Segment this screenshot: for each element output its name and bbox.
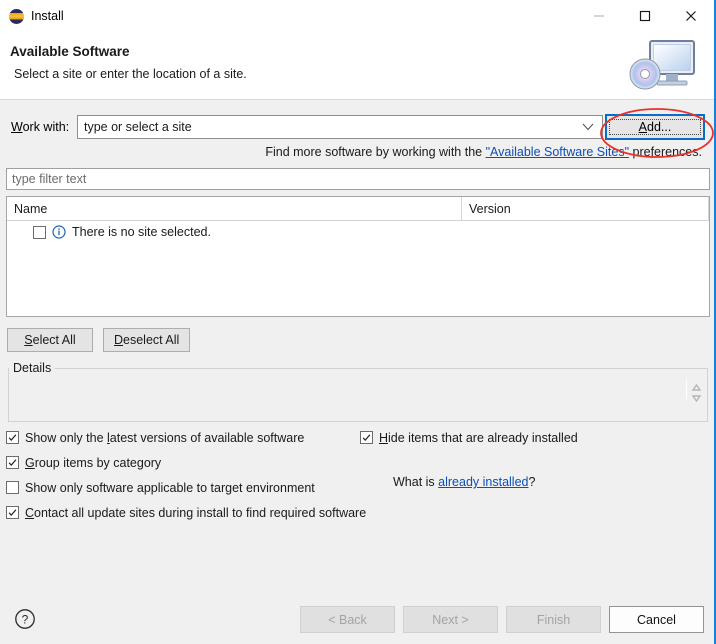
option-show-applicable-target[interactable]: Show only software applicable to target … [6, 475, 315, 500]
checkbox-checked-icon[interactable] [6, 456, 19, 469]
scroll-arrows-icon[interactable] [690, 380, 703, 406]
option-label: Contact all update sites during install … [25, 506, 366, 520]
checkbox-checked-icon[interactable] [360, 431, 373, 444]
what-is-suffix: ? [528, 475, 536, 489]
select-all-rest: elect All [32, 333, 76, 347]
eclipse-logo-icon [9, 8, 24, 24]
opt2-post: how only software applicable to target e… [33, 480, 315, 495]
opt3-mnemonic: C [25, 505, 35, 520]
add-button-rest: dd... [647, 120, 672, 134]
window-title: Install [31, 8, 64, 23]
dialog-header: Available Software Select a site or ente… [0, 32, 714, 100]
info-icon [52, 225, 66, 239]
next-button[interactable]: Next > [403, 606, 498, 633]
checkbox-checked-icon[interactable] [6, 506, 19, 519]
work-with-combo[interactable]: type or select a site [77, 115, 603, 139]
dialog-footer: ? < Back Next > Finish Cancel [0, 596, 714, 644]
opt1-mnemonic: G [25, 455, 35, 470]
select-all-mnemonic: S [24, 333, 33, 347]
row-name-cell: There is no site selected. [72, 225, 211, 239]
select-all-button[interactable]: Select All [7, 328, 93, 352]
work-with-row: Work with: type or select a site Add... [0, 114, 714, 140]
help-question-icon[interactable]: ? [14, 608, 36, 630]
checkbox-unchecked-icon[interactable] [6, 481, 19, 494]
back-button[interactable]: < Back [300, 606, 395, 633]
table-row[interactable]: There is no site selected. [7, 221, 709, 243]
option-group-by-category[interactable]: Group items by category [6, 450, 161, 475]
dialog-content: Work with: type or select a site Add... … [0, 100, 714, 644]
what-is-already-installed: What is already installed? [393, 475, 535, 489]
work-with-placeholder: type or select a site [84, 120, 192, 134]
page-subtitle: Select a site or enter the location of a… [14, 67, 247, 81]
details-group [8, 368, 708, 422]
opt0-post: atest versions of available software [109, 430, 305, 445]
add-button-inner: Add... [609, 119, 701, 135]
option-label: Hide items that are already installed [379, 431, 578, 445]
cancel-button[interactable]: Cancel [609, 606, 704, 633]
option-contact-update-sites[interactable]: Contact all update sites during install … [6, 500, 366, 525]
option-show-latest-versions[interactable]: Show only the latest versions of availab… [6, 425, 304, 450]
title-bar: Install [0, 0, 714, 32]
chevron-down-icon[interactable] [582, 123, 594, 131]
title-bar-left: Install [0, 8, 576, 24]
install-dialog: Install Available Software Select a site… [0, 0, 716, 644]
find-more-suffix: preferences. [629, 145, 703, 159]
optr0-post: ide items that are already installed [388, 430, 578, 445]
work-with-label: Work with: [11, 120, 77, 134]
checkbox-checked-icon[interactable] [6, 431, 19, 444]
opt3-post: ontact all update sites during install t… [34, 505, 367, 520]
work-with-label-mnemonic: W [11, 120, 23, 134]
available-software-sites-link[interactable]: "Available Software Sites" [486, 145, 629, 159]
minimize-button[interactable] [576, 0, 622, 32]
details-divider [686, 379, 687, 399]
minimize-icon [594, 15, 604, 17]
close-icon [686, 11, 696, 21]
work-with-label-rest: ork with: [22, 120, 70, 134]
find-more-prefix: Find more software by working with the [265, 145, 486, 159]
option-hide-installed[interactable]: Hide items that are already installed [360, 425, 578, 450]
option-label: Show only the latest versions of availab… [25, 431, 304, 445]
selection-buttons: Select All Deselect All [7, 328, 191, 352]
filter-input[interactable]: type filter text [6, 168, 710, 190]
column-header-name[interactable]: Name [7, 197, 462, 220]
window-controls [576, 0, 714, 32]
column-header-version[interactable]: Version [462, 197, 709, 220]
add-button-mnemonic: A [638, 120, 647, 134]
close-button[interactable] [668, 0, 714, 32]
add-button[interactable]: Add... [605, 114, 705, 140]
details-legend: Details [9, 361, 56, 375]
opt1-post: roup items by category [34, 455, 162, 470]
what-is-prefix: What is [393, 475, 439, 489]
option-label: Group items by category [25, 456, 161, 470]
svg-text:?: ? [22, 612, 29, 626]
deselect-all-button[interactable]: Deselect All [103, 328, 191, 352]
optr0-mnemonic: H [379, 430, 389, 445]
maximize-icon [639, 10, 651, 22]
find-more-software-text: Find more software by working with the "… [265, 145, 702, 159]
row-checkbox[interactable] [33, 225, 46, 239]
deselect-all-rest: eselect All [123, 333, 180, 347]
opt0-pre: Show only the [25, 430, 107, 445]
already-installed-link[interactable]: already installed [438, 475, 528, 489]
page-title: Available Software [10, 44, 130, 59]
deselect-all-mnemonic: D [114, 333, 124, 347]
filter-placeholder: type filter text [12, 172, 87, 186]
option-label: Show only software applicable to target … [25, 481, 315, 495]
table-header-row: Name Version [7, 197, 709, 221]
software-table[interactable]: Name Version There is no site selected. [6, 196, 710, 317]
maximize-button[interactable] [622, 0, 668, 32]
computer-with-disc-icon [629, 40, 695, 90]
wizard-buttons: < Back Next > Finish Cancel [300, 606, 704, 633]
finish-button[interactable]: Finish [506, 606, 601, 633]
